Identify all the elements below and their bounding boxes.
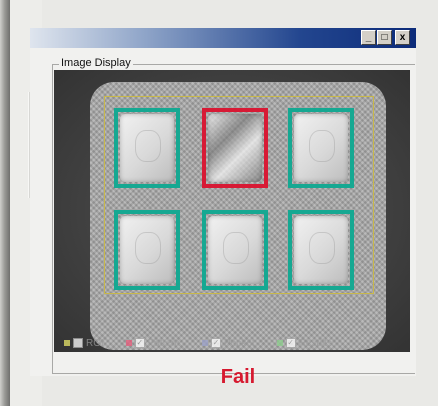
legend-item-roi[interactable]: ROI [64,338,104,349]
left-edge [0,0,10,406]
legend-swatch [125,340,132,346]
image-display-view[interactable] [54,70,410,352]
legend-item-pocket[interactable]: ✓ Pocket [202,338,255,349]
display-legend: ROI ✓ Pattern ✓ Pocket ✓ Results [54,334,410,352]
legend-label: Pattern [147,337,181,349]
legend-swatch [202,340,209,346]
pass-marker [114,108,180,188]
legend-swatch [64,340,70,346]
legend-item-results[interactable]: ✓ Results [276,337,332,349]
legend-checkbox[interactable]: ✓ [285,338,296,348]
legend-label: ROI [86,337,104,349]
pass-marker [288,108,354,188]
legend-label: Results [298,337,332,349]
legend-checkbox[interactable]: ✓ [211,338,222,348]
inspection-result: Fail [220,366,256,388]
legend-checkbox[interactable] [73,338,83,348]
group-title: Image Display [59,57,133,69]
pass-marker [288,210,354,290]
legend-label: Pocket [224,337,255,349]
minimize-button[interactable]: _ [361,30,376,45]
legend-checkbox[interactable]: ✓ [134,338,145,348]
window-titlebar[interactable]: _ □ x [30,28,416,48]
close-button[interactable]: x [395,30,410,45]
window-controls: _ □ x [361,30,410,45]
fail-marker [202,108,268,188]
legend-item-pattern[interactable]: ✓ Pattern [125,337,181,349]
pass-marker [202,210,268,290]
pass-marker [114,210,180,290]
legend-swatch [276,340,283,346]
maximize-button[interactable]: □ [377,30,392,45]
